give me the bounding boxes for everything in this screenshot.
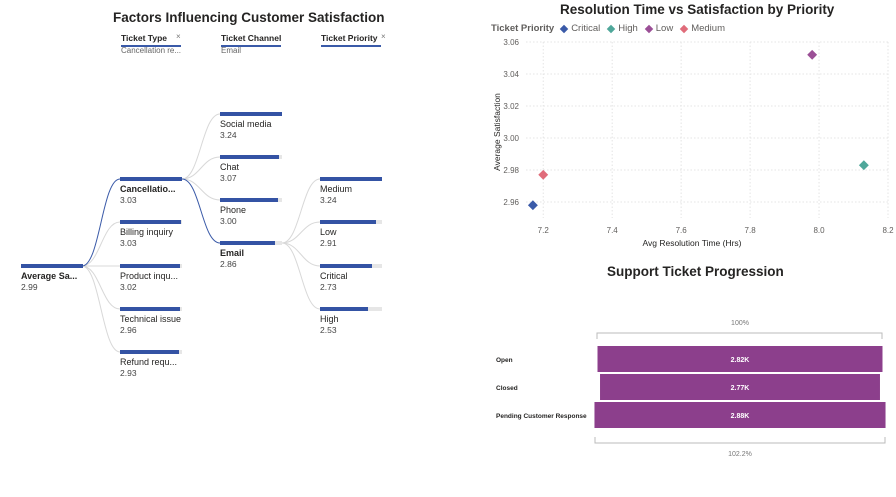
node-value: 2.99	[21, 282, 38, 292]
node-bar	[220, 112, 282, 116]
y-tick-label: 3.06	[503, 38, 519, 47]
connector	[281, 242, 321, 310]
node-value: 3.24	[320, 195, 337, 205]
scatter-plot: 2.96 2.98 3.00 3.02 3.04 3.06 7.2 7.4 7.6 7.8 8.0 8…	[492, 38, 894, 248]
node-bar	[320, 220, 376, 224]
funnel-panel: Support Ticket Progression 100% 102.2% 2…	[470, 255, 896, 497]
node-label: Technical issue	[120, 314, 182, 324]
node-value: 2.86	[220, 259, 237, 269]
connector	[281, 178, 321, 244]
node-value: 3.07	[220, 173, 237, 183]
y-tick-label: 2.98	[503, 166, 519, 175]
scatter-point-critical[interactable]	[527, 200, 538, 211]
node-bar	[120, 177, 182, 181]
node-value: 2.93	[120, 368, 137, 378]
node-label: Phone	[220, 205, 247, 215]
node-value: 3.02	[120, 282, 137, 292]
node-label: Low	[320, 227, 337, 237]
node-label: High	[320, 314, 339, 324]
node-label: Average Sa...	[21, 271, 78, 281]
node-label: Product inqu...	[120, 271, 179, 281]
node-label: Social media	[220, 119, 272, 129]
node-bar	[320, 264, 372, 268]
funnel-category-label: Closed	[496, 385, 518, 392]
x-tick-label: 7.6	[676, 226, 688, 235]
funnel-category-label: Open	[496, 357, 513, 364]
connector	[281, 242, 321, 267]
y-tick-label: 3.04	[503, 70, 519, 79]
y-axis-label: Average Satisfaction	[492, 93, 502, 171]
node-bar	[320, 177, 382, 181]
node-bar	[120, 264, 180, 268]
node-label: Refund requ...	[120, 357, 178, 367]
node-label: Cancellatio...	[120, 184, 176, 194]
node-label: Billing inquiry	[120, 227, 174, 237]
connector-selected	[81, 178, 121, 267]
funnel-bottom-bracket	[594, 437, 886, 444]
node-value: 2.91	[320, 238, 337, 248]
funnel-chart: 100% 102.2% 2.82K Open 2.77K Closed 2.88K Pen…	[496, 320, 886, 458]
node-bar	[120, 307, 180, 311]
node-label: Critical	[320, 271, 348, 281]
node-bar	[220, 241, 275, 245]
node-value: 3.24	[220, 130, 237, 140]
funnel-top-bracket	[596, 332, 883, 339]
connector	[181, 156, 221, 180]
funnel-category-label: Pending Customer Response	[496, 413, 587, 420]
node-value: 3.00	[220, 216, 237, 226]
node-bar	[220, 155, 279, 159]
connector	[81, 221, 121, 267]
node-label: Medium	[320, 184, 353, 194]
funnel-top-label: 100%	[731, 320, 749, 327]
node-bar	[220, 198, 278, 202]
node-value: 2.73	[320, 282, 337, 292]
node-bar	[320, 307, 368, 311]
scatter-panel: Resolution Time vs Satisfaction by Prior…	[470, 0, 896, 255]
funnel-bottom-label: 102.2%	[728, 451, 752, 458]
x-axis-label: Avg Resolution Time (Hrs)	[642, 238, 741, 248]
funnel-bar-value: 2.82K	[731, 357, 750, 364]
y-tick-label: 2.96	[503, 198, 519, 207]
node-bar	[120, 350, 179, 354]
y-tick-label: 3.02	[503, 102, 519, 111]
scatter-point-high[interactable]	[858, 160, 869, 171]
connector	[181, 178, 221, 201]
connector	[81, 265, 121, 353]
connector	[81, 265, 121, 310]
node-value: 2.96	[120, 325, 137, 335]
node-label: Email	[220, 248, 245, 258]
connector	[281, 221, 321, 244]
connector-selected	[181, 178, 221, 244]
node-bar	[120, 220, 181, 224]
x-tick-label: 8.2	[882, 226, 894, 235]
x-tick-label: 7.2	[538, 226, 550, 235]
node-label: Chat	[220, 162, 240, 172]
node-value: 2.53	[320, 325, 337, 335]
scatter-point-medium[interactable]	[538, 169, 549, 180]
node-value: 3.03	[120, 195, 137, 205]
x-tick-label: 7.8	[745, 226, 757, 235]
x-tick-label: 7.4	[607, 226, 619, 235]
scatter-point-low[interactable]	[807, 49, 818, 60]
x-tick-label: 8.0	[813, 226, 825, 235]
funnel-bar-value: 2.88K	[731, 413, 750, 420]
decomposition-tree: Factors Influencing Customer Satisfactio…	[0, 0, 450, 497]
funnel-bar-value: 2.77K	[731, 385, 750, 392]
node-value: 3.03	[120, 238, 137, 248]
node-bar	[21, 264, 83, 268]
connector	[181, 113, 221, 180]
y-tick-label: 3.00	[503, 134, 519, 143]
